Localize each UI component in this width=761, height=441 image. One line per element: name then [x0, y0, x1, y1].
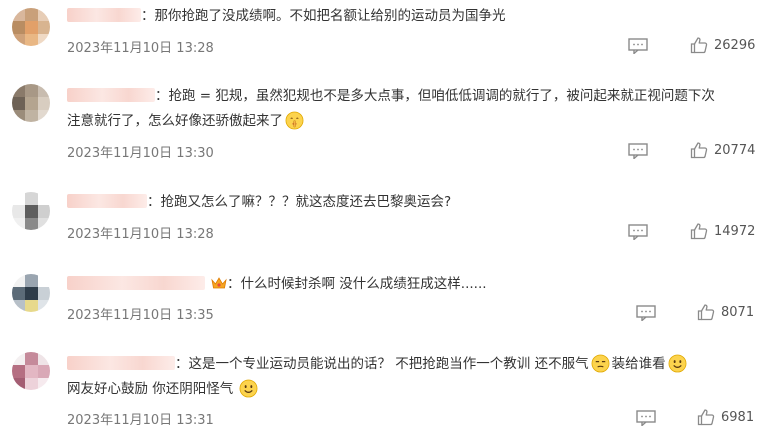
comment-timestamp: 2023年11月10日 13:35 [67, 308, 214, 323]
avatar[interactable] [12, 192, 50, 230]
unamused-face-emoji [591, 354, 610, 373]
comment-text: ：抢跑 = 犯规，虽然犯规也不是多大点事，但咱低低调调的就行了，被问起来就正视问… [67, 83, 715, 109]
comment-text-continued: 注意就行了，怎么好像还骄傲起来了 [67, 108, 306, 134]
comment-text: ：抢跑又怎么了嘛？？？就这态度还去巴黎奥运会? [67, 189, 451, 215]
comment-timestamp: 2023年11月10日 13:28 [67, 41, 214, 56]
username-blurred[interactable] [67, 276, 205, 290]
username-blurred[interactable] [67, 356, 175, 370]
smiling-face-emoji [668, 354, 687, 373]
avatar[interactable] [12, 84, 50, 122]
comment-item: ：抢跑 = 犯规，虽然犯规也不是多大点事，但咱低低调调的就行了，被问起来就正视问… [0, 75, 761, 180]
crown-badge-icon[interactable] [211, 276, 227, 290]
comment-text: ：什么时候封杀啊 没什么成绩狂成这样...... [67, 271, 487, 297]
comment-reply-icon[interactable] [628, 38, 648, 54]
comment-item: ：抢跑又怎么了嘛？？？就这态度还去巴黎奥运会? 2023年11月10日 13:2… [0, 180, 761, 260]
like-button[interactable]: 8071 [697, 303, 754, 321]
like-button[interactable]: 6981 [697, 408, 754, 426]
avatar[interactable] [12, 352, 50, 390]
avatar[interactable] [12, 274, 50, 312]
thumbs-up-icon [697, 409, 715, 426]
shushing-face-emoji [285, 111, 304, 130]
like-button[interactable]: 14972 [690, 222, 755, 240]
comment-text: ：这是一个专业运动员能说出的话？ 不把抢跑当作一个教训 还不服气 装给谁看 [67, 351, 689, 377]
thumbs-up-icon [690, 37, 708, 54]
like-button[interactable]: 26296 [690, 36, 755, 54]
avatar[interactable] [12, 8, 50, 46]
username-blurred[interactable] [67, 194, 147, 208]
like-count: 20774 [714, 142, 756, 158]
like-count: 8071 [721, 304, 755, 320]
thumbs-up-icon [690, 142, 708, 159]
comment-item: ：什么时候封杀啊 没什么成绩狂成这样...... 2023年11月10日 13:… [0, 262, 761, 342]
like-count: 26296 [714, 37, 756, 53]
comment-reply-icon[interactable] [636, 410, 656, 426]
comment-reply-icon[interactable] [628, 224, 648, 240]
comment-item: ：那你抢跑了没成绩啊。不如把名额让给别的运动员为国争光 2023年11月10日 … [0, 0, 761, 70]
username-blurred[interactable] [67, 88, 155, 102]
comment-reply-icon[interactable] [636, 305, 656, 321]
comment-timestamp: 2023年11月10日 13:30 [67, 146, 214, 161]
like-count: 14972 [714, 223, 756, 239]
thumbs-up-icon [690, 223, 708, 240]
like-count: 6981 [721, 409, 755, 425]
thumbs-up-icon [697, 304, 715, 321]
comment-reply-icon[interactable] [628, 143, 648, 159]
comment-timestamp: 2023年11月10日 13:31 [67, 413, 214, 428]
comment-text: ：那你抢跑了没成绩啊。不如把名额让给别的运动员为国争光 [67, 3, 506, 29]
comment-item: ：这是一个专业运动员能说出的话？ 不把抢跑当作一个教训 还不服气 装给谁看 网友… [0, 342, 761, 441]
comment-text-continued: 网友好心鼓励 你还阴阳怪气 [67, 376, 260, 402]
username-blurred[interactable] [67, 8, 141, 22]
smiling-face-emoji [239, 379, 258, 398]
comment-timestamp: 2023年11月10日 13:28 [67, 227, 214, 242]
like-button[interactable]: 20774 [690, 141, 755, 159]
